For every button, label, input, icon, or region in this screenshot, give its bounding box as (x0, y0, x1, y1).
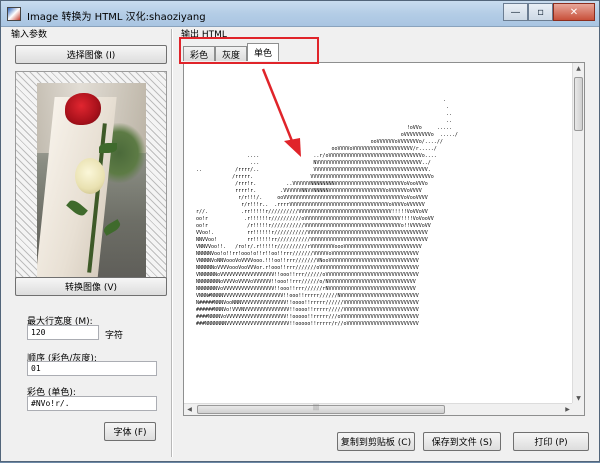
input-params-label: 输入参数 (11, 30, 48, 40)
ascii-line: ######NNNVo!VVVNVVVVVVVVVVVVVVV!!oooo!!r… (196, 307, 419, 313)
ascii-line: VNNVVoo!!. /ro!r/.r!!!!!r//////////rVVVV… (196, 244, 422, 250)
close-button[interactable]: ✕ (553, 3, 595, 21)
ascii-line: oVVVVVVVVVo ...../ (196, 132, 458, 138)
ascii-line: /rrrrr. VVVVVVVVVVVVVVVVVVVVVVVVVVVVVVVV… (196, 174, 434, 180)
font-button[interactable]: 字体 (F) (104, 422, 156, 441)
ascii-line: ###NNNNNNNVVVVVVVVVVVVVVVVVVVVV!!ooooo!!… (196, 321, 419, 327)
ascii-line: .. (196, 111, 452, 117)
ascii-line: VNNNNVoNNVoooVoVVVVooo.!!!oo!!rrr///////… (196, 258, 419, 264)
print-button[interactable]: 打印 (P) (513, 432, 589, 451)
ascii-line: .. /rrrr/.. VVVVVVVVVVVVVVVVVVVVVVVVVVVV… (196, 167, 431, 173)
ascii-line: NNVVoo! rr!!!!!!rr///////////VVVVVVVVVVV… (196, 237, 428, 243)
panel-divider (171, 29, 173, 457)
ascii-line: VNNNNNNoVVVVVVVVVVVVVVVVVV!!ooo!!rrr////… (196, 272, 419, 278)
ascii-line: r/r!!!r.. .rrrrVVVVVVVVVVVVVVVVVVVVVVVVV… (196, 202, 425, 208)
vertical-scrollbar[interactable]: ▲ ▼ (572, 63, 584, 404)
tab-mono[interactable]: 单色 (247, 43, 280, 61)
ascii-line: VVoo!. rr!!!!!!r///////////VVVVVVVVVVVVV… (196, 230, 428, 236)
ascii-line: ####NNNNVoVVVVVVVVVVVVVVVVVVVV!!ooooo!!r… (196, 314, 419, 320)
ascii-line: oo!r .r!!!!!!r//////////oVVVVVVVVVVVVVVV… (196, 216, 434, 222)
ascii-line: N#####NNNVooNNNVVVVVVVVVVVVVVV!!oooo!!rr… (196, 300, 419, 306)
scroll-left-icon[interactable]: ◀ (184, 404, 195, 415)
app-window: Image 转换为 HTML 汉化:shaoziyang — ▫ ✕ 输入参数 … (0, 0, 600, 462)
copy-to-clipboard-button[interactable]: 复制到剪贴板 (C) (337, 432, 415, 451)
scrollbar-corner (572, 403, 584, 415)
horizontal-scroll-thumb[interactable]: ||| (197, 404, 445, 414)
select-image-button[interactable]: 选择图像 (I) (15, 45, 167, 64)
ascii-art-output: . . .. .. !oVVo ..... oVVVVVVVVVo ...../… (196, 97, 458, 328)
ascii-line: NNNNNNNNoVVVVoVVVVoVVVVVV!!ooo!!rrr/////… (196, 279, 416, 285)
scroll-grip-icon: ||| (313, 404, 320, 411)
horizontal-scrollbar[interactable]: ◀ ||| ▶ (184, 403, 573, 415)
ascii-line: !oVVo ..... (196, 125, 452, 131)
convert-image-button[interactable]: 转换图像 (V) (15, 277, 167, 296)
ascii-line: /rrr!r. ..VVVVVVNNNNNNNNVVVVVVVVVVVVVVVV… (196, 181, 428, 187)
window-title: Image 转换为 HTML 汉化:shaoziyang (27, 12, 206, 23)
ascii-line: r/r!!!/. ooVVVVVVVVVVVVVVVVVVVVVVVVVVVVV… (196, 195, 428, 201)
ascii-line: oo!r /r!!!!!r///////////VVVVVVVVVVVVVVVV… (196, 223, 431, 229)
ascii-line: r//. .rr!!!!!r//////////VVVVVVVVVVVVVVVV… (196, 209, 428, 215)
ascii-line: NNNNNNNVoVVVVVVVVVVVVVVVVV!!ooo!!rrr////… (196, 286, 416, 292)
save-to-file-button[interactable]: 保存到文件 (S) (423, 432, 501, 451)
max-line-width-input[interactable]: 120 (27, 325, 99, 340)
maximize-button[interactable]: ▫ (528, 3, 553, 21)
ascii-line: . (196, 104, 449, 110)
ascii-line: rrrr!r. .VVVVVVNNVVNNNNNVVVVVVVVVVVVVVVV… (196, 188, 422, 194)
window-controls: — ▫ ✕ (503, 3, 595, 21)
unit-label: 字符 (105, 331, 124, 341)
preview-photo (37, 83, 146, 281)
ascii-line: NNNNNVoo!o!!rr!ooo!o!!r!!oo!!rrr///////V… (196, 251, 419, 257)
image-preview (15, 71, 167, 293)
app-icon (7, 7, 21, 21)
ascii-line: ooVVVVoVVVVVVVVVVVVVVVVVVVV/r...../ (196, 146, 437, 152)
ascii-line: VNNN#NNNNVVVVVVVVVVVVVVVVVVVV!!ooo!!rrrr… (196, 293, 419, 299)
order-input[interactable]: 01 (27, 361, 157, 376)
minimize-button[interactable]: — (503, 3, 528, 21)
title-bar[interactable]: Image 转换为 HTML 汉化:shaoziyang — ▫ ✕ (1, 1, 599, 27)
output-view[interactable]: . . .. .. !oVVo ..... oVVVVVVVVVo ...../… (183, 62, 585, 416)
chars-input[interactable]: #NVo!r/. (27, 396, 157, 411)
ascii-line: ... NVVVVVVVVVVVVVVVVVVVVVVVVVVVVVVVVVVV… (196, 160, 431, 166)
vertical-scroll-thumb[interactable] (574, 77, 583, 131)
client-area: 输入参数 选择图像 (I) 转换图像 (V) 最大行宽度 (M): 120 字符… (3, 27, 597, 459)
ascii-line: ooVVVVVVoVVVVVVVo/....// (196, 139, 443, 145)
ascii-line: NNNNNNoVVVVoooVooVVVor.r!ooo!!rrr///////… (196, 265, 419, 271)
ascii-line: .... ..r/oVVVVVVVVVVVVVVVVVVVVVVVVVVVVVV… (196, 153, 437, 159)
scroll-up-icon[interactable]: ▲ (573, 63, 584, 74)
ascii-line: . (196, 97, 446, 103)
ascii-line: .. (196, 118, 452, 124)
